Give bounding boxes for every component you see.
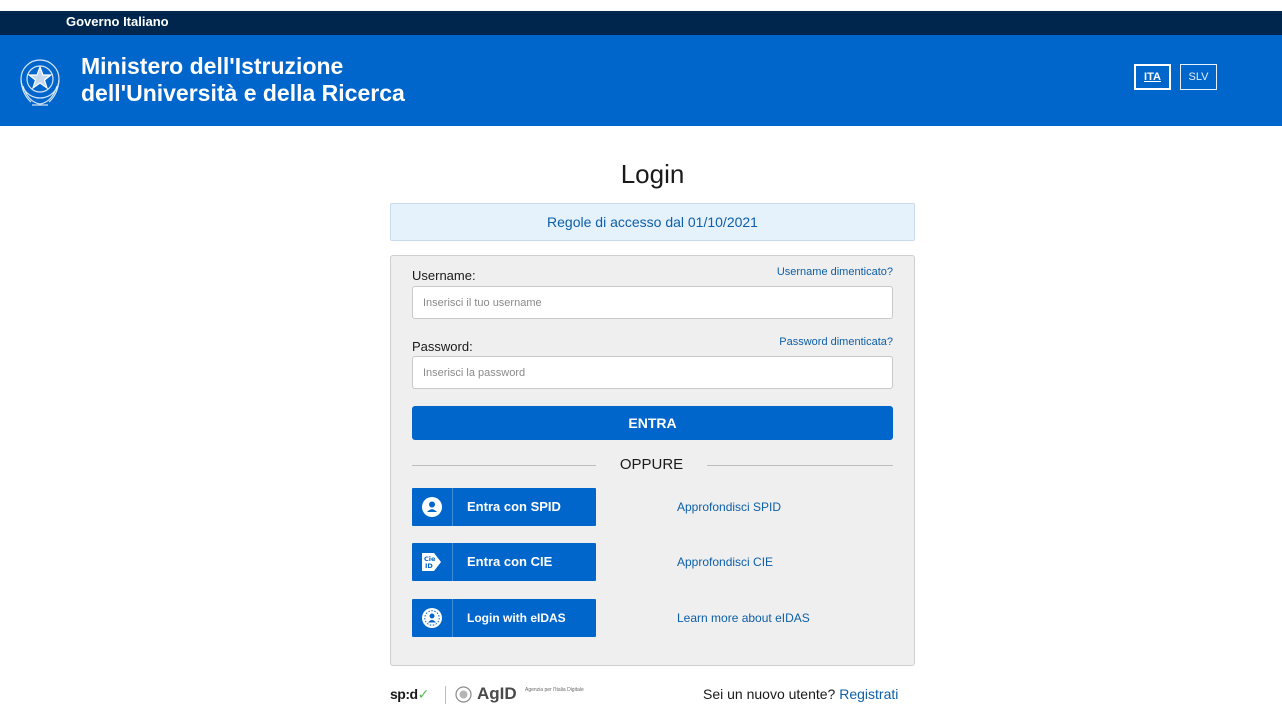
spid-user-icon [412, 488, 452, 526]
forgot-password-link[interactable]: Password dimenticata? [779, 336, 893, 348]
or-divider: OPPURE [412, 455, 893, 475]
password-label: Password: [412, 339, 473, 354]
cie-login-label: Entra con CIE [467, 554, 553, 569]
username-input[interactable] [412, 286, 893, 319]
ministry-title-line-1: Ministero dell'Istruzione [81, 53, 344, 79]
login-submit-button[interactable]: ENTRA [412, 406, 893, 440]
learn-more-eidas-link[interactable]: Learn more about eIDAS [677, 599, 810, 637]
footer-logos: sp:d✓ AgID Agenzia per l'Italia Digitale [390, 684, 590, 704]
forgot-username-link[interactable]: Username dimenticato? [777, 266, 893, 278]
new-user-text: Sei un nuovo utente? [703, 686, 836, 702]
learn-more-cie-link[interactable]: Approfondisci CIE [677, 543, 773, 581]
password-input[interactable] [412, 356, 893, 389]
check-icon: ✓ [417, 686, 430, 702]
government-bar: Governo Italiano [0, 11, 1282, 35]
new-user-prompt: Sei un nuovo utente? Registrati [703, 684, 898, 704]
or-label: OPPURE [619, 456, 684, 473]
button-separator [452, 599, 453, 637]
ministry-header: Ministero dell'Istruzione dell'Universit… [0, 35, 1282, 126]
eidas-login-button[interactable]: Login with eIDAS [412, 599, 596, 637]
eidas-user-icon [412, 599, 452, 637]
cie-id-card-icon: Cie ID [412, 543, 452, 581]
divider-line-right [707, 465, 893, 466]
spid-logo: sp:d✓ [390, 684, 429, 704]
learn-more-spid-link[interactable]: Approfondisci SPID [677, 488, 781, 526]
language-button-slv[interactable]: SLV [1180, 64, 1217, 90]
agid-logo-text: AgID [477, 684, 517, 703]
ministry-title-line-2: dell'Università e della Ricerca [81, 80, 405, 106]
ministry-title[interactable]: Ministero dell'Istruzione dell'Universit… [81, 53, 501, 107]
language-button-ita[interactable]: ITA [1134, 64, 1171, 90]
cie-login-button[interactable]: Cie ID Entra con CIE [412, 543, 596, 581]
spid-login-label: Entra con SPID [467, 499, 561, 514]
governo-italiano-link[interactable]: Governo Italiano [66, 13, 169, 31]
divider-line-left [412, 465, 596, 466]
italian-republic-emblem-icon [20, 59, 60, 106]
username-label: Username: [412, 268, 476, 283]
login-panel: Username: Username dimenticato? Password… [390, 255, 915, 666]
button-separator [452, 488, 453, 526]
page-title: Login [620, 159, 685, 189]
svg-text:ID: ID [425, 562, 433, 570]
agid-seal-icon [455, 686, 472, 703]
logo-separator [445, 686, 446, 704]
spid-logo-text: sp:d [390, 686, 418, 702]
top-strip [0, 0, 1282, 11]
access-rules-link[interactable]: Regole di accesso dal 01/10/2021 [390, 203, 915, 241]
agid-subtitle: Agenzia per l'Italia Digitale [525, 687, 584, 693]
eidas-login-label: Login with eIDAS [467, 611, 566, 625]
button-separator [452, 543, 453, 581]
spid-login-button[interactable]: Entra con SPID [412, 488, 596, 526]
register-link[interactable]: Registrati [839, 686, 898, 702]
